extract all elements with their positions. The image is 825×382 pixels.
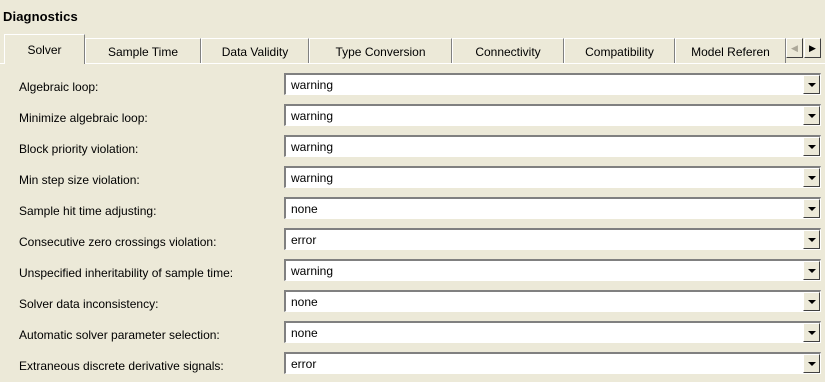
chevron-down-icon <box>807 206 816 211</box>
setting-row-unspecified-inheritability: Unspecified inheritability of sample tim… <box>0 258 825 289</box>
dropdown-button[interactable] <box>803 75 820 94</box>
sample-hit-time-adjusting-select[interactable]: none <box>284 197 821 219</box>
dropdown-button[interactable] <box>803 354 820 373</box>
dropdown-button[interactable] <box>803 230 820 249</box>
triangle-right-icon: ▶ <box>809 42 816 53</box>
selected-value: warning <box>291 264 334 278</box>
chevron-down-icon <box>807 268 816 273</box>
dropdown-button[interactable] <box>803 168 820 187</box>
setting-label: Consecutive zero crossings violation: <box>19 235 217 249</box>
dropdown-button[interactable] <box>803 137 820 156</box>
setting-row-min-step-size-violation: Min step size violation: warning <box>0 165 825 196</box>
chevron-down-icon <box>807 175 816 180</box>
setting-row-minimize-algebraic-loop: Minimize algebraic loop: warning <box>0 103 825 134</box>
setting-label: Sample hit time adjusting: <box>19 204 157 218</box>
setting-label: Min step size violation: <box>19 173 140 187</box>
selected-value: warning <box>291 140 334 154</box>
minimize-algebraic-loop-select[interactable]: warning <box>284 104 821 126</box>
chevron-down-icon <box>807 113 816 118</box>
page-title: Diagnostics <box>3 9 78 24</box>
setting-label: Automatic solver parameter selection: <box>19 328 220 342</box>
selected-value: warning <box>291 78 334 92</box>
dropdown-button[interactable] <box>803 292 820 311</box>
setting-row-algebraic-loop: Algebraic loop: warning <box>0 72 825 103</box>
selected-value: error <box>291 233 317 247</box>
chevron-down-icon <box>807 299 816 304</box>
chevron-down-icon <box>807 330 816 335</box>
setting-row-block-priority-violation: Block priority violation: warning <box>0 134 825 165</box>
tab-compatibility[interactable]: Compatibility <box>564 38 675 63</box>
setting-row-extraneous-discrete-derivative-signals: Extraneous discrete derivative signals: … <box>0 351 825 382</box>
dropdown-button[interactable] <box>803 323 820 342</box>
triangle-left-icon: ◀ <box>791 42 798 53</box>
block-priority-violation-select[interactable]: warning <box>284 135 821 157</box>
tab-scroll-buttons: ◀ ▶ <box>786 38 822 59</box>
setting-row-solver-data-inconsistency: Solver data inconsistency: none <box>0 289 825 320</box>
tab-type-conversion[interactable]: Type Conversion <box>309 38 452 63</box>
selected-value: none <box>291 202 318 216</box>
consecutive-zero-crossings-violation-select[interactable]: error <box>284 228 821 250</box>
tab-bar: Solver Sample Time Data Validity Type Co… <box>0 34 825 64</box>
selected-value: none <box>291 326 318 340</box>
unspecified-inheritability-select[interactable]: warning <box>284 259 821 281</box>
tab-divider <box>0 63 825 64</box>
setting-label: Extraneous discrete derivative signals: <box>19 359 224 373</box>
setting-row-sample-hit-time-adjusting: Sample hit time adjusting: none <box>0 196 825 227</box>
setting-label: Minimize algebraic loop: <box>19 111 148 125</box>
setting-label: Solver data inconsistency: <box>19 297 159 311</box>
tab-data-validity[interactable]: Data Validity <box>201 38 309 63</box>
chevron-down-icon <box>807 237 816 242</box>
selected-value: warning <box>291 171 334 185</box>
setting-row-automatic-solver-parameter-selection: Automatic solver parameter selection: no… <box>0 320 825 351</box>
solver-data-inconsistency-select[interactable]: none <box>284 290 821 312</box>
selected-value: warning <box>291 109 334 123</box>
selected-value: none <box>291 295 318 309</box>
setting-label: Unspecified inheritability of sample tim… <box>19 266 234 280</box>
chevron-down-icon <box>807 82 816 87</box>
setting-label: Block priority violation: <box>19 142 139 156</box>
chevron-down-icon <box>807 361 816 366</box>
tab-scroll-left-button[interactable]: ◀ <box>786 38 803 58</box>
tab-solver[interactable]: Solver <box>4 34 85 64</box>
tab-scroll-right-button[interactable]: ▶ <box>804 38 821 58</box>
setting-label: Algebraic loop: <box>19 80 99 94</box>
dropdown-button[interactable] <box>803 199 820 218</box>
automatic-solver-parameter-selection-select[interactable]: none <box>284 321 821 343</box>
algebraic-loop-select[interactable]: warning <box>284 73 821 95</box>
setting-row-consecutive-zero-crossings-violation: Consecutive zero crossings violation: er… <box>0 227 825 258</box>
selected-value: error <box>291 357 317 371</box>
tab-model-referencing[interactable]: Model Referen <box>675 38 786 63</box>
tab-sample-time[interactable]: Sample Time <box>85 38 201 63</box>
dropdown-button[interactable] <box>803 261 820 280</box>
extraneous-discrete-derivative-signals-select[interactable]: error <box>284 352 821 374</box>
tab-connectivity[interactable]: Connectivity <box>452 38 564 63</box>
dropdown-button[interactable] <box>803 106 820 125</box>
chevron-down-icon <box>807 144 816 149</box>
min-step-size-violation-select[interactable]: warning <box>284 166 821 188</box>
